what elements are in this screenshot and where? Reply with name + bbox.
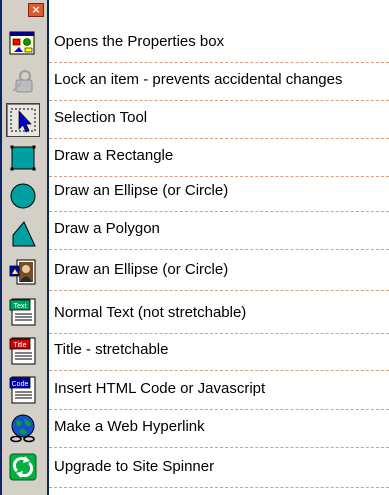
dashed-divider (49, 290, 389, 291)
legend-label: Draw a Polygon (54, 220, 160, 237)
legend-label: Make a Web Hyperlink (54, 418, 205, 435)
legend-row: Insert HTML Code or Javascript (49, 372, 389, 410)
site-spinner-icon (9, 453, 37, 481)
legend-row: Selection Tool (49, 101, 389, 139)
title-icon: Title (9, 337, 36, 365)
legend-label: Lock an item - prevents accidental chang… (54, 71, 343, 88)
toolbar-panel: × Text Title Code (0, 0, 49, 495)
properties-icon (9, 31, 35, 55)
dashed-divider (49, 249, 389, 250)
properties-tool-button[interactable] (6, 27, 40, 61)
polygon-tool-button[interactable] (6, 217, 40, 251)
code-tool-button[interactable]: Code (6, 373, 40, 407)
text-icon-label: Text (14, 303, 27, 310)
legend-row: Draw a Polygon (49, 212, 389, 250)
ellipse-icon (10, 183, 36, 209)
ellipse-tool-button[interactable] (6, 179, 40, 213)
legend-label: Draw an Ellipse (or Circle) (54, 182, 229, 199)
legend-label: Insert HTML Code or Javascript (54, 380, 266, 397)
site-spinner-tool-button[interactable] (6, 450, 40, 484)
selection-arrow-icon (10, 108, 36, 133)
legend-row: Draw an Ellipse (or Circle) (49, 174, 389, 212)
legend-label: Selection Tool (54, 109, 148, 126)
title-tool-button[interactable]: Title (6, 334, 40, 368)
legend-row: Lock an item - prevents accidental chang… (49, 63, 389, 101)
title-icon-label: Title (14, 342, 27, 349)
close-button[interactable]: × (28, 3, 44, 17)
image-tool-button[interactable] (6, 255, 40, 289)
code-icon-label: Code (12, 381, 29, 388)
lock-tool-button[interactable] (6, 65, 40, 99)
legend-label: Title - stretchable (54, 341, 169, 358)
lock-icon (12, 69, 33, 93)
polygon-icon (12, 221, 36, 247)
legend-row: Title - stretchable (49, 333, 389, 371)
text-icon: Text (9, 298, 36, 326)
hyperlink-tool-button[interactable] (6, 411, 40, 445)
legend-row: Opens the Properties box (49, 25, 389, 63)
dashed-divider (49, 447, 389, 448)
dashed-divider (49, 487, 389, 488)
legend-row: Upgrade to Site Spinner (49, 450, 389, 488)
code-icon: Code (9, 376, 36, 404)
hyperlink-globe-icon (10, 414, 35, 443)
rectangle-icon (10, 145, 36, 171)
legend-row: Draw an Ellipse (or Circle) (49, 253, 389, 291)
text-tool-button[interactable]: Text (6, 295, 40, 329)
legend-label: Opens the Properties box (54, 33, 225, 50)
legend-row: Make a Web Hyperlink (49, 410, 389, 448)
legend-label: Draw a Rectangle (54, 147, 174, 164)
selection-tool-button[interactable] (6, 103, 40, 137)
toolbar-edge (0, 0, 2, 495)
legend-row: Normal Text (not stretchable) (49, 296, 389, 334)
dashed-divider (49, 370, 389, 371)
legend-label: Draw an Ellipse (or Circle) (54, 261, 229, 278)
legend-row: Draw a Rectangle (49, 139, 389, 177)
image-icon (9, 259, 36, 285)
rectangle-tool-button[interactable] (6, 141, 40, 175)
legend-label: Upgrade to Site Spinner (54, 458, 215, 475)
legend-label: Normal Text (not stretchable) (54, 304, 247, 321)
